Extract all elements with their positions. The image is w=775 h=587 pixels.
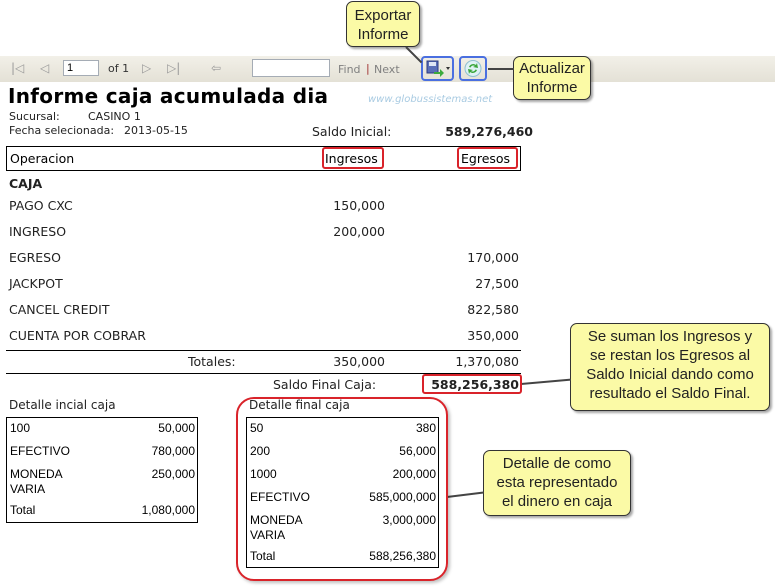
row-ingreso: 200,000 — [333, 224, 385, 239]
detail-value: 3,000,000 — [382, 513, 436, 527]
totales-egresos: 1,370,080 — [455, 354, 519, 369]
row-ingreso: 150,000 — [333, 198, 385, 213]
fecha-label: Fecha selecionada: — [9, 124, 115, 137]
row-label: CUENTA POR COBRAR — [9, 328, 146, 343]
find-link[interactable]: Find — [338, 63, 361, 76]
detail-label: MONEDA VARIA — [10, 467, 63, 496]
find-input[interactable] — [252, 59, 330, 77]
sucursal-value: CASINO 1 — [88, 110, 141, 123]
row-label: PAGO CXC — [9, 198, 73, 213]
detalle-inicial-title: Detalle incial caja — [9, 398, 116, 412]
saldo-final-label: Saldo Final Caja: — [273, 377, 377, 392]
detail-value: 250,000 — [151, 467, 195, 481]
row-egreso: 170,000 — [467, 250, 519, 265]
detalle-callout-pointer — [446, 491, 484, 498]
export-button[interactable] — [421, 56, 454, 81]
detail-label: 200 — [250, 444, 271, 458]
export-icon — [426, 60, 450, 77]
page-number-input[interactable] — [63, 60, 99, 76]
detail-label: MONEDA VARIA — [250, 513, 303, 542]
detalle-callout: Detalle de como esta representado el din… — [483, 450, 631, 516]
watermark: www.globussistemas.net — [368, 94, 493, 105]
next-page-icon[interactable]: ▷ — [142, 61, 151, 75]
export-callout: Exportar Informe — [346, 1, 420, 47]
detail-value: 588,256,380 — [369, 549, 436, 563]
row-egreso: 822,580 — [467, 302, 519, 317]
report-toolbar: |◁ ◁ of 1 ▷ ▷| ⇦ Find | Next — [0, 56, 775, 82]
detail-label: EFECTIVO — [250, 490, 311, 504]
detalle-final-title: Detalle final caja — [249, 398, 350, 412]
last-page-icon[interactable]: ▷| — [167, 61, 180, 75]
totales-label: Totales: — [188, 354, 236, 369]
detail-value: 380 — [415, 421, 436, 435]
saldo-callout-pointer — [520, 378, 571, 385]
ingresos-highlight — [322, 147, 384, 169]
detail-label: EFECTIVO — [10, 444, 71, 458]
detalle-final-table: 50 380 200 56,000 1000 200,000 EFECTIVO … — [246, 417, 439, 568]
saldo-inicial-value: 589,276,460 — [445, 124, 533, 139]
group-caja: CAJA — [9, 176, 43, 191]
detail-value: 585,000,000 — [369, 490, 436, 504]
detail-label: 50 — [250, 421, 264, 435]
row-egreso: 27,500 — [475, 276, 519, 291]
fecha-value: 2013-05-15 — [124, 124, 188, 137]
previous-page-icon[interactable]: ◁ — [40, 61, 49, 75]
page-count-label: of 1 — [108, 62, 130, 75]
egresos-highlight — [457, 147, 518, 169]
detail-label: 100 — [10, 421, 31, 435]
row-label: EGRESO — [9, 250, 61, 265]
back-icon[interactable]: ⇦ — [211, 61, 221, 75]
row-egreso: 350,000 — [467, 328, 519, 343]
find-separator: | — [366, 62, 370, 75]
table-header: Operacion Ingresos Egresos — [6, 146, 521, 171]
totals-divider — [6, 350, 521, 351]
sucursal-label: Sucursal: — [9, 110, 60, 123]
saldo-final-value: 588,256,380 — [431, 377, 519, 392]
detail-label: 1000 — [250, 467, 277, 481]
first-page-icon[interactable]: |◁ — [11, 61, 24, 75]
detail-value: 1,080,000 — [141, 503, 195, 517]
row-label: JACKPOT — [9, 276, 63, 291]
detail-label: Total — [250, 549, 276, 563]
refresh-callout-pointer — [488, 68, 514, 70]
detail-value: 780,000 — [151, 444, 195, 458]
refresh-icon — [464, 60, 482, 77]
saldo-callout: Se suman los Ingresos y se restan los Eg… — [570, 323, 770, 411]
row-label: CANCEL CREDIT — [9, 302, 110, 317]
refresh-button[interactable] — [459, 56, 487, 81]
report-title: Informe caja acumulada dia — [8, 84, 329, 108]
totales-ingresos: 350,000 — [333, 354, 385, 369]
row-label: INGRESO — [9, 224, 67, 239]
next-link[interactable]: Next — [374, 63, 400, 76]
detalle-inicial-table: 100 50,000 EFECTIVO 780,000 MONEDA VARIA… — [6, 417, 198, 523]
detail-label: Total — [10, 503, 36, 517]
detail-value: 200,000 — [392, 467, 436, 481]
detail-value: 56,000 — [399, 444, 436, 458]
detail-value: 50,000 — [158, 421, 195, 435]
col-operacion: Operacion — [10, 151, 75, 166]
saldo-inicial-label: Saldo Inicial: — [312, 124, 392, 139]
refresh-callout: Actualizar Informe — [513, 56, 591, 100]
